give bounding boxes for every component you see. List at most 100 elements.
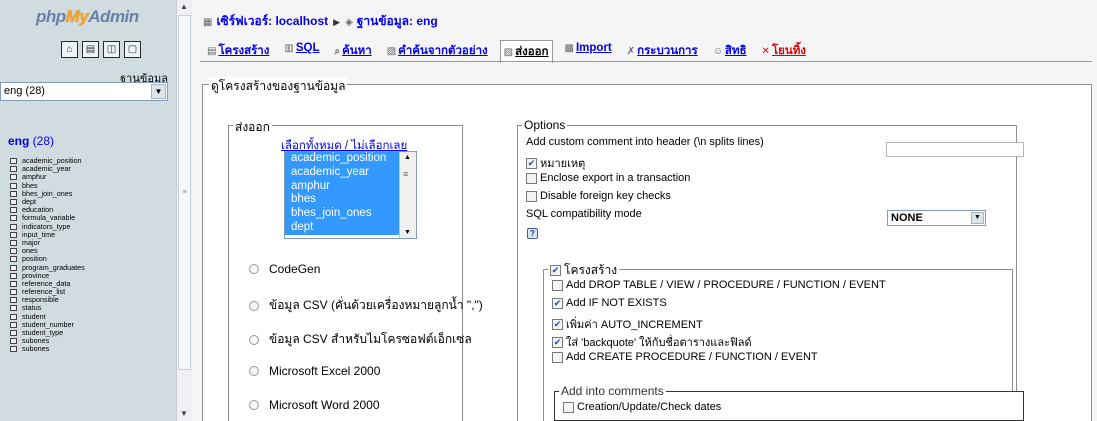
comment-header-input[interactable]: [886, 142, 1024, 157]
reload-icon[interactable]: ▢: [124, 41, 141, 58]
table-icon[interactable]: [10, 207, 17, 214]
tab-export[interactable]: ▨ ส่งออก: [499, 40, 553, 63]
help-icon[interactable]: ?: [527, 228, 538, 239]
query-icon: ▧: [386, 46, 397, 57]
table-icon[interactable]: [10, 174, 17, 181]
nav-scrollbar[interactable]: ▲ ≡ ▼: [176, 0, 192, 421]
chevron-down-icon[interactable]: ▼: [404, 229, 411, 236]
table-icon[interactable]: [10, 313, 17, 320]
table-icon[interactable]: [10, 182, 17, 189]
table-icon[interactable]: [10, 231, 17, 238]
sql-query-icon[interactable]: ▤: [82, 41, 99, 58]
comment-dates[interactable]: Creation/Update/Check dates: [563, 401, 721, 413]
scroll-down-icon[interactable]: ▼: [180, 409, 188, 418]
format-csv[interactable]: ข้อมูล CSV (คั่นด้วยเครื่องหมายลูกน้ำ ",…: [249, 296, 483, 315]
scroll-thumb[interactable]: ≡: [178, 15, 191, 370]
radio-button[interactable]: [249, 300, 259, 311]
radio-button[interactable]: [249, 400, 259, 410]
docs-icon[interactable]: ◫: [103, 41, 120, 58]
table-icon[interactable]: [10, 166, 17, 173]
option-comments[interactable]: หมายเหตุ: [526, 154, 585, 172]
table-option[interactable]: academic_year: [285, 165, 416, 180]
table-icon[interactable]: [10, 199, 17, 206]
table-icon[interactable]: [10, 346, 17, 353]
table-option[interactable]: bhes_join_ones: [285, 207, 416, 221]
table-option[interactable]: bhes: [285, 193, 416, 208]
tab-query[interactable]: ▧ คำค้นจากตัวอย่าง: [384, 40, 491, 63]
table-icon[interactable]: [10, 338, 17, 345]
option-transaction[interactable]: Enclose export in a transaction: [526, 172, 690, 184]
breadcrumb-server[interactable]: เซิร์ฟเวอร์: localhost: [216, 14, 328, 28]
table-multiselect[interactable]: academic_position academic_year amphur bhes…: [284, 151, 417, 239]
tab-import[interactable]: ▩ Import: [562, 40, 615, 63]
breadcrumb-database[interactable]: ฐานข้อมูล: eng: [357, 14, 438, 28]
table-icon[interactable]: [10, 305, 17, 312]
option-label: หมายเหตุ: [540, 158, 586, 170]
table-list-item[interactable]: subones: [10, 345, 85, 353]
table-icon[interactable]: [10, 330, 17, 337]
phpmyadmin-logo[interactable]: phpMyAdmin: [36, 7, 139, 27]
format-codegen[interactable]: CodeGen: [249, 262, 320, 276]
checkbox[interactable]: [526, 190, 537, 202]
radio-button[interactable]: [249, 334, 259, 345]
database-select[interactable]: eng (28) ▼: [0, 82, 168, 101]
structure-icon: ▤: [207, 46, 217, 57]
compat-value: NONE: [891, 212, 923, 224]
table-icon[interactable]: [10, 256, 17, 263]
tab-label: กระบวนการ: [637, 45, 698, 57]
format-csv-excel[interactable]: ข้อมูล CSV สำหรับไมโครซอฟต์เอ็กเซล: [249, 330, 472, 349]
table-icon[interactable]: [10, 280, 17, 287]
checkbox[interactable]: [552, 318, 563, 330]
radio-button[interactable]: [249, 264, 259, 274]
table-icon[interactable]: [10, 297, 17, 304]
chevron-down-icon[interactable]: ▼: [151, 84, 166, 99]
table-icon[interactable]: [10, 272, 17, 279]
table-icon[interactable]: [10, 215, 17, 222]
tab-drop[interactable]: ✕ โยนทิ้ง: [759, 40, 809, 63]
option-disable-fk[interactable]: Disable foreign key checks: [526, 190, 671, 202]
table-icon[interactable]: [10, 289, 17, 296]
multiselect-scrollbar[interactable]: ▲ ≡ ▼: [399, 152, 416, 238]
tab-privileges[interactable]: ☺ สิทธิ: [710, 40, 750, 63]
radio-button[interactable]: [249, 366, 259, 376]
checkbox[interactable]: [526, 157, 537, 169]
tab-search[interactable]: ⌕ ค้นหา: [331, 40, 374, 63]
table-icon[interactable]: [10, 223, 17, 230]
option-label: Enclose export in a transaction: [540, 172, 691, 184]
table-icon[interactable]: [10, 248, 17, 255]
struct-create-procedure[interactable]: Add CREATE PROCEDURE / FUNCTION / EVENT: [552, 351, 818, 363]
table-icon[interactable]: [10, 321, 17, 328]
format-word-2000[interactable]: Microsoft Word 2000: [249, 398, 380, 412]
checkbox[interactable]: [563, 401, 574, 413]
structure-legend[interactable]: โครงสร้าง: [548, 261, 620, 280]
chevron-up-icon[interactable]: ▲: [404, 154, 411, 161]
table-icon[interactable]: [10, 190, 17, 197]
scroll-thumb-icon[interactable]: ≡: [403, 169, 408, 179]
table-option[interactable]: dept: [285, 220, 416, 235]
struct-auto-increment[interactable]: เพิ่มค่า AUTO_INCREMENT: [552, 315, 703, 333]
struct-backquote[interactable]: ใส่ 'backquote' ให้กับชื่อตารางและฟิลด์: [552, 333, 752, 351]
tab-structure[interactable]: ▤ โครงสร้าง: [204, 40, 272, 63]
scroll-up-icon[interactable]: ▲: [180, 2, 188, 11]
home-icon[interactable]: ⌂: [61, 41, 78, 58]
table-icon[interactable]: [10, 264, 17, 271]
tab-sql[interactable]: ▥ SQL: [281, 40, 322, 63]
tab-operations[interactable]: ✗ กระบวนการ: [624, 40, 701, 63]
checkbox[interactable]: [552, 351, 563, 363]
format-excel-2000[interactable]: Microsoft Excel 2000: [249, 364, 380, 378]
checkbox[interactable]: [550, 265, 561, 276]
database-link[interactable]: eng (28): [8, 134, 54, 148]
table-icon[interactable]: [10, 239, 17, 246]
checkbox[interactable]: [552, 279, 563, 291]
chevron-down-icon[interactable]: ▼: [971, 212, 984, 224]
checkbox[interactable]: [552, 336, 563, 348]
checkbox[interactable]: [552, 297, 563, 309]
option-label: Add DROP TABLE / VIEW / PROCEDURE / FUNC…: [566, 279, 886, 291]
struct-drop-table[interactable]: Add DROP TABLE / VIEW / PROCEDURE / FUNC…: [552, 279, 886, 291]
table-icon[interactable]: [10, 158, 17, 165]
table-option[interactable]: academic_position: [285, 152, 416, 166]
compat-mode-select[interactable]: NONE ▼: [887, 210, 986, 226]
struct-if-not-exists[interactable]: Add IF NOT EXISTS: [552, 297, 667, 309]
table-option[interactable]: amphur: [285, 179, 416, 194]
checkbox[interactable]: [526, 172, 537, 184]
